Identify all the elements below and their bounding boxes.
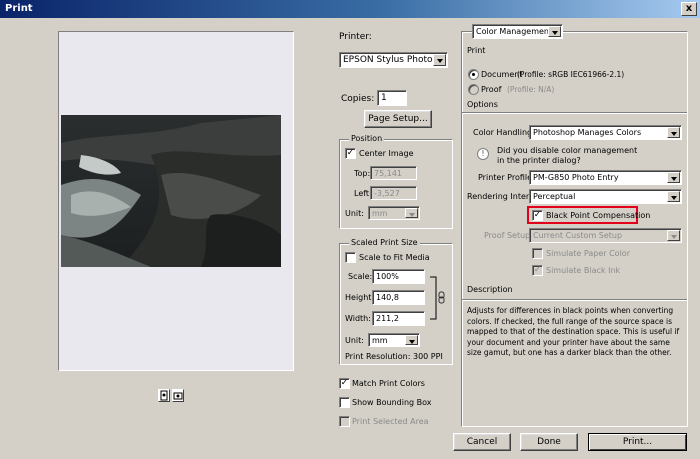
chevron-down-icon (548, 26, 561, 37)
match-print-colors-checkbox[interactable]: ✓ (339, 378, 350, 389)
copies-label: Copies: (341, 94, 375, 104)
width-input[interactable]: 211,2 (372, 311, 425, 326)
chevron-down-icon (667, 191, 680, 202)
height-input[interactable]: 140,8 (372, 290, 425, 305)
scaled-unit-value: mm (372, 336, 388, 345)
proof-setup-label: Proof Setup: (484, 231, 533, 240)
printer-profile-select[interactable]: PM-G850 Photo Entry (529, 170, 682, 185)
scale-input[interactable]: 100% (372, 269, 425, 284)
close-button[interactable]: x (681, 2, 697, 16)
scaled-print-size-label: Scaled Print Size (349, 238, 420, 247)
chevron-down-icon (667, 230, 680, 241)
mode-select-value: Color Management (476, 27, 553, 36)
description-text: Adjusts for differences in black points … (467, 306, 680, 357)
proof-profile: (Profile: N/A) (507, 85, 555, 94)
print-selected-area-checkbox[interactable] (339, 416, 350, 427)
black-point-compensation-checkbox[interactable]: ✓ (532, 210, 543, 221)
simulate-black-ink-checkbox[interactable]: ✓ (532, 265, 543, 276)
scaled-unit-select[interactable]: mm (368, 333, 420, 347)
options-divider (462, 112, 687, 114)
chevron-down-icon (667, 172, 680, 183)
scale-label: Scale: (348, 272, 373, 281)
info-text-1: Did you disable color management (497, 146, 638, 155)
rendering-intent-value: Perceptual (533, 192, 576, 201)
position-unit-label: Unit: (345, 209, 364, 218)
printer-select[interactable]: EPSON Stylus Photo... (339, 52, 448, 68)
match-print-colors-label: Match Print Colors (352, 379, 425, 388)
color-handling-select[interactable]: Photoshop Manages Colors (529, 125, 682, 140)
document-profile: (Profile: sRGB IEC61966-2.1) (517, 70, 625, 79)
description-divider (462, 299, 687, 301)
position-group-label: Position (349, 134, 385, 143)
options-heading: Options (467, 100, 498, 109)
printer-label: Printer: (339, 32, 372, 42)
show-bounding-box-label: Show Bounding Box (352, 398, 432, 407)
print-selected-area-label: Print Selected Area (352, 417, 429, 426)
center-image-label: Center Image (359, 149, 414, 158)
top-label: Top: (354, 169, 371, 178)
document-radio[interactable] (468, 69, 479, 80)
simulate-paper-color-label: Simulate Paper Color (546, 249, 630, 258)
chevron-down-icon (667, 127, 680, 138)
proof-radio[interactable] (468, 84, 479, 95)
simulate-black-ink-label: Simulate Black Ink (546, 266, 621, 275)
copies-input[interactable]: 1 (377, 90, 407, 106)
chevron-down-icon (433, 54, 446, 66)
printer-profile-label: Printer Profile: (478, 173, 535, 182)
top-input[interactable]: 75,141 (370, 166, 417, 180)
black-point-compensation-label: Black Point Compensation (546, 211, 651, 220)
portrait-orientation-icon[interactable] (158, 389, 170, 402)
scale-to-fit-checkbox[interactable] (345, 252, 356, 263)
simulate-paper-color-checkbox[interactable] (532, 248, 543, 259)
info-icon: ! (477, 148, 489, 160)
rendering-intent-label: Rendering Intent: (467, 192, 537, 201)
position-unit-value: mm (372, 209, 388, 218)
mode-select[interactable]: Color Management (472, 24, 563, 39)
width-label: Width: (345, 314, 371, 323)
info-text-2: in the printer dialog? (497, 156, 581, 165)
proof-setup-value: Current Custom Setup (533, 231, 623, 240)
position-unit-select[interactable]: mm (368, 206, 420, 220)
left-input[interactable]: -3,527 (370, 186, 417, 200)
scale-to-fit-label: Scale to Fit Media (359, 253, 430, 262)
page-setup-button[interactable]: Page Setup... (364, 110, 432, 128)
scaled-unit-label: Unit: (345, 336, 364, 345)
show-bounding-box-checkbox[interactable] (339, 397, 350, 408)
height-label: Height: (345, 293, 375, 302)
color-handling-value: Photoshop Manages Colors (533, 128, 642, 137)
title-bar: Print x (0, 0, 700, 18)
preview-photo[interactable] (61, 115, 281, 267)
proof-setup-select[interactable]: Current Custom Setup (529, 228, 682, 243)
print-button[interactable]: Print... (588, 433, 687, 451)
printer-select-value: EPSON Stylus Photo... (343, 55, 441, 65)
landscape-orientation-icon[interactable] (172, 389, 184, 402)
chevron-down-icon (405, 335, 418, 345)
link-chain-icon[interactable] (428, 273, 450, 323)
print-heading: Print (467, 46, 486, 55)
print-resolution: Print Resolution: 300 PPI (345, 352, 443, 361)
proof-label: Proof (481, 85, 502, 94)
color-handling-label: Color Handling: (473, 128, 535, 137)
cancel-button[interactable]: Cancel (453, 433, 511, 451)
chevron-down-icon (405, 208, 418, 218)
printer-profile-value: PM-G850 Photo Entry (533, 173, 619, 182)
rendering-intent-select[interactable]: Perceptual (529, 189, 682, 204)
center-image-checkbox[interactable]: ✓ (345, 148, 356, 159)
done-button[interactable]: Done (520, 433, 578, 451)
description-heading: Description (467, 285, 513, 294)
window-title: Print (5, 3, 33, 14)
